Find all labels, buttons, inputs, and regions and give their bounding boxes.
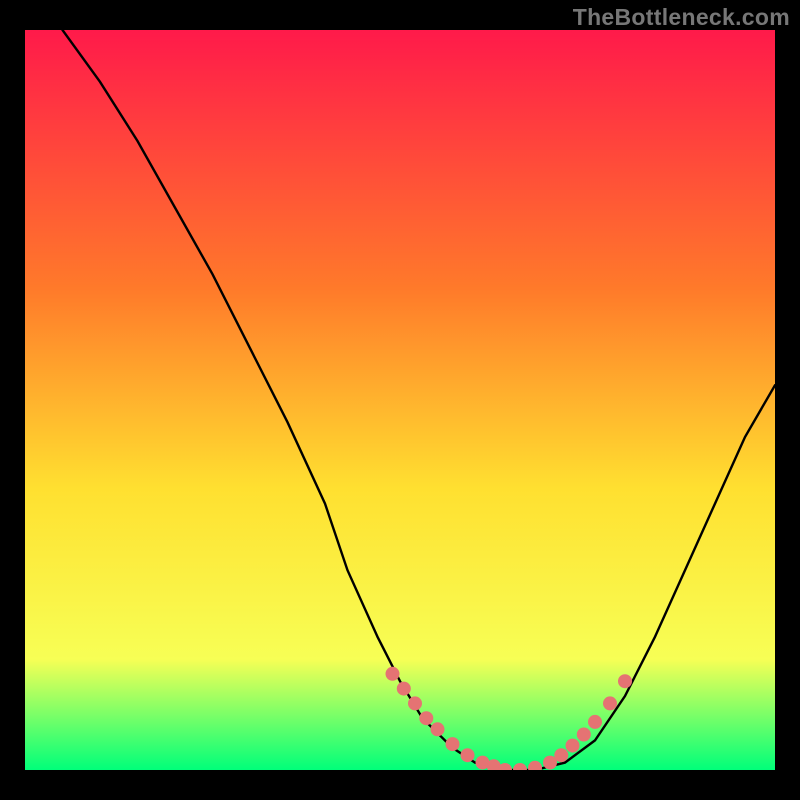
marker-point	[419, 711, 433, 725]
bottleneck-chart	[25, 30, 775, 770]
marker-point	[446, 737, 460, 751]
marker-point	[461, 748, 475, 762]
marker-point	[577, 728, 591, 742]
watermark-text: TheBottleneck.com	[573, 4, 790, 31]
marker-point	[588, 715, 602, 729]
chart-viewport: TheBottleneck.com	[0, 0, 800, 800]
marker-point	[386, 667, 400, 681]
marker-point	[554, 748, 568, 762]
marker-point	[397, 682, 411, 696]
marker-point	[566, 739, 580, 753]
marker-point	[431, 722, 445, 736]
marker-point	[603, 696, 617, 710]
marker-point	[618, 674, 632, 688]
plot-area	[25, 30, 775, 770]
marker-point	[408, 696, 422, 710]
